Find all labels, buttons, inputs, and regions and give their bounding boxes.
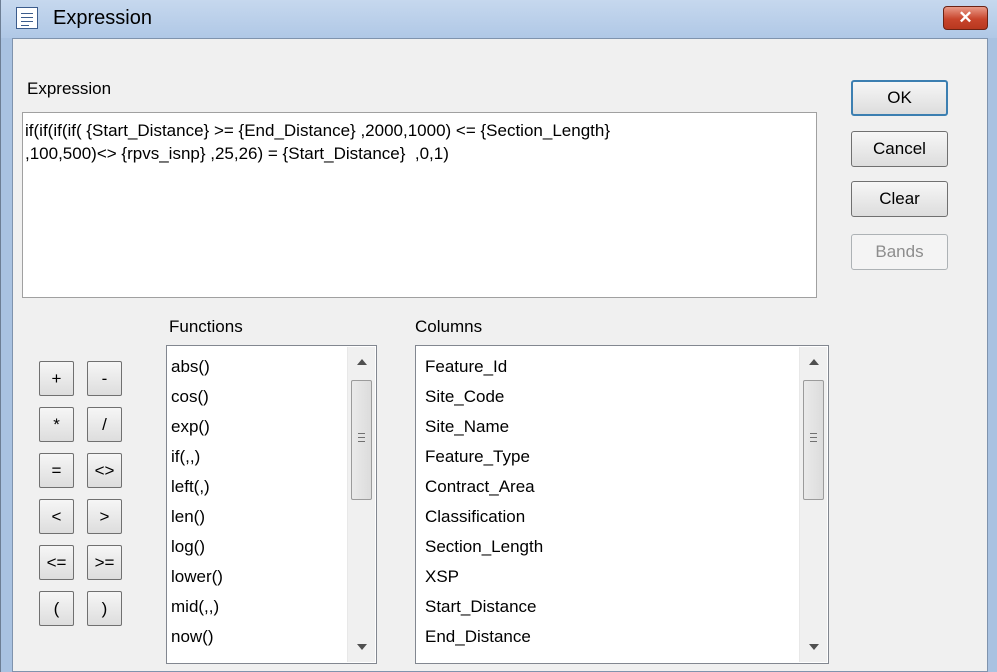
- document-icon: [16, 7, 38, 29]
- function-list-item[interactable]: cos(): [171, 382, 223, 412]
- column-list-item[interactable]: End_Distance: [425, 622, 543, 652]
- column-list-item[interactable]: Site_Name: [425, 412, 543, 442]
- scroll-down-arrow-icon[interactable]: [809, 644, 819, 650]
- ok-button[interactable]: OK: [851, 80, 948, 116]
- function-list-item[interactable]: lower(): [171, 562, 223, 592]
- clear-button[interactable]: Clear: [851, 181, 948, 217]
- cancel-button[interactable]: Cancel: [851, 131, 948, 167]
- operator-button-less-than[interactable]: <: [39, 499, 74, 534]
- scroll-up-arrow-icon[interactable]: [357, 359, 367, 365]
- function-list-item[interactable]: log(): [171, 532, 223, 562]
- operator-button-close-paren[interactable]: ): [87, 591, 122, 626]
- operator-button-greater-or-equal[interactable]: >=: [87, 545, 122, 580]
- function-list-item[interactable]: exp(): [171, 412, 223, 442]
- function-list-item[interactable]: now(): [171, 622, 223, 652]
- scroll-thumb[interactable]: [351, 380, 372, 500]
- column-list-item[interactable]: Classification: [425, 502, 543, 532]
- columns-items: Feature_Id Site_Code Site_Name Feature_Type…: [425, 352, 543, 652]
- operator-button-minus[interactable]: -: [87, 361, 122, 396]
- columns-listbox[interactable]: Feature_Id Site_Code Site_Name Feature_Type…: [415, 345, 829, 664]
- scroll-down-arrow-icon[interactable]: [357, 644, 367, 650]
- window-title: Expression: [53, 7, 152, 29]
- column-list-item[interactable]: Feature_Type: [425, 442, 543, 472]
- function-list-item[interactable]: len(): [171, 502, 223, 532]
- function-list-item[interactable]: left(,): [171, 472, 223, 502]
- scroll-up-arrow-icon[interactable]: [809, 359, 819, 365]
- expression-label: Expression: [27, 79, 112, 98]
- function-list-item[interactable]: if(,,): [171, 442, 223, 472]
- column-list-item[interactable]: Site_Code: [425, 382, 543, 412]
- functions-items: abs() cos() exp() if(,,) left(,) len() log() lo…: [171, 352, 223, 652]
- operator-button-equals[interactable]: =: [39, 453, 74, 488]
- functions-label: Functions: [169, 317, 243, 336]
- function-list-item[interactable]: abs(): [171, 352, 223, 382]
- operator-button-less-or-equal[interactable]: <=: [39, 545, 74, 580]
- close-icon: ✕: [958, 8, 973, 27]
- bands-button[interactable]: Bands: [851, 234, 948, 270]
- column-list-item[interactable]: Contract_Area: [425, 472, 543, 502]
- operator-button-open-paren[interactable]: (: [39, 591, 74, 626]
- expression-textarea[interactable]: if(if(if(if( {Start_Distance} >= {End_Di…: [22, 112, 817, 298]
- operator-button-plus[interactable]: +: [39, 361, 74, 396]
- column-list-item[interactable]: Feature_Id: [425, 352, 543, 382]
- column-list-item[interactable]: XSP: [425, 562, 543, 592]
- function-list-item[interactable]: mid(,,): [171, 592, 223, 622]
- column-list-item[interactable]: Start_Distance: [425, 592, 543, 622]
- expression-dialog: Expression ✕ Expression if(if(if(if( {St…: [0, 0, 997, 672]
- operator-button-greater-than[interactable]: >: [87, 499, 122, 534]
- operator-button-multiply[interactable]: *: [39, 407, 74, 442]
- columns-scrollbar[interactable]: [799, 347, 827, 662]
- scroll-thumb[interactable]: [803, 380, 824, 500]
- functions-scrollbar[interactable]: [347, 347, 375, 662]
- column-list-item[interactable]: Section_Length: [425, 532, 543, 562]
- title-bar[interactable]: Expression ✕: [1, 0, 997, 38]
- operator-button-divide[interactable]: /: [87, 407, 122, 442]
- functions-listbox[interactable]: abs() cos() exp() if(,,) left(,) len() log() lo…: [166, 345, 377, 664]
- close-button[interactable]: ✕: [943, 6, 988, 30]
- columns-label: Columns: [415, 317, 483, 336]
- operator-button-not-equals[interactable]: <>: [87, 453, 122, 488]
